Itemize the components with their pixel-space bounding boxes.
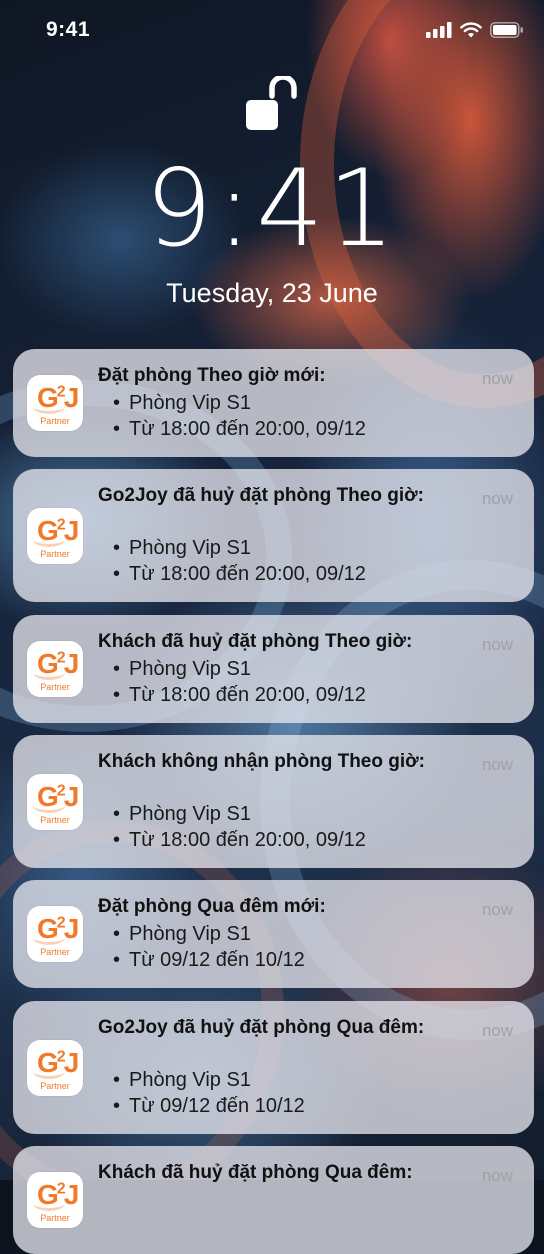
notification-time: now	[481, 635, 513, 654]
detail-text: Từ 18:00 đến 20:00, 09/12	[129, 829, 366, 851]
notification-detail-line: • Từ 18:00 đến 20:00, 09/12	[113, 561, 366, 587]
detail-text: Phòng Vip S1	[129, 392, 251, 414]
status-icons	[426, 22, 524, 38]
detail-text: Từ 18:00 đến 20:00, 09/12	[129, 418, 366, 440]
bullet: •	[113, 803, 121, 825]
app-icon: G2J Partner	[27, 774, 83, 830]
notification-card[interactable]: G2J Partner Go2Joy đã huỷ đặt phòng Theo g…	[13, 469, 534, 602]
notification-detail-line: • Từ 09/12 đến 10/12	[113, 947, 305, 973]
notification-title: Đặt phòng Qua đêm mới:	[98, 896, 326, 917]
notification-title: Khách không nhận phòng Theo giờ:	[98, 751, 425, 772]
app-name-label: Partner	[40, 549, 70, 559]
notification-card[interactable]: G2J Partner Đặt phòng Theo giờ mới: now • Phò…	[13, 349, 534, 457]
notification-time: now	[481, 1021, 513, 1040]
detail-text: Từ 09/12 đến 10/12	[129, 949, 305, 971]
bullet: •	[113, 563, 121, 585]
detail-text: Phòng Vip S1	[129, 1069, 251, 1091]
bullet: •	[113, 392, 121, 414]
notification-time: now	[481, 900, 513, 919]
bullet: •	[113, 418, 121, 440]
detail-text: Từ 09/12 đến 10/12	[129, 1095, 305, 1117]
app-name-label: Partner	[40, 1213, 70, 1223]
notification-detail-line: • Phòng Vip S1	[113, 1067, 251, 1093]
app-icon: G2J Partner	[27, 641, 83, 697]
detail-text: Phòng Vip S1	[129, 923, 251, 945]
notification-detail-line: • Từ 09/12 đến 10/12	[113, 1093, 305, 1119]
notification-time: now	[481, 1166, 513, 1185]
notification-card[interactable]: G2J Partner Khách đã huỷ đặt phòng Qua đêm…	[13, 1146, 534, 1254]
bullet: •	[113, 684, 121, 706]
signal-icon	[426, 22, 452, 38]
notification-time: now	[481, 489, 513, 508]
notification-time: now	[481, 755, 513, 774]
detail-text: Phòng Vip S1	[129, 803, 251, 825]
notification-detail-line: • Từ 18:00 đến 20:00, 09/12	[113, 682, 366, 708]
status-time: 9:41	[46, 18, 91, 41]
app-name-label: Partner	[40, 416, 70, 426]
notification-card[interactable]: G2J Partner Khách đã huỷ đặt phòng Theo gi…	[13, 615, 534, 723]
battery-icon	[490, 22, 523, 38]
notification-detail-line: • Phòng Vip S1	[113, 921, 251, 947]
notification-title: Khách đã huỷ đặt phòng Theo giờ:	[98, 631, 413, 652]
notification-time: now	[481, 369, 513, 388]
wifi-icon	[460, 22, 482, 38]
lock-area	[0, 74, 544, 141]
notification-detail-line: • Phòng Vip S1	[113, 801, 251, 827]
bullet: •	[113, 1095, 121, 1117]
status-bar: 9:41	[0, 0, 544, 62]
notification-detail-line: • Phòng Vip S1	[113, 656, 251, 682]
app-icon: G2J Partner	[27, 1040, 83, 1096]
notification-detail-line: • Phòng Vip S1	[113, 390, 251, 416]
notification-card[interactable]: G2J Partner Khách không nhận phòng Theo gi…	[13, 735, 534, 868]
lock-date: Tuesday, 23 June	[166, 278, 378, 308]
app-icon: G2J Partner	[27, 906, 83, 962]
bullet: •	[113, 949, 121, 971]
notification-detail-line: • Phòng Vip S1	[113, 535, 251, 561]
notification-title: Go2Joy đã huỷ đặt phòng Qua đêm:	[98, 1017, 425, 1038]
detail-text: Phòng Vip S1	[129, 537, 251, 559]
detail-text: Từ 18:00 đến 20:00, 09/12	[129, 684, 366, 706]
app-name-label: Partner	[40, 1081, 70, 1091]
app-icon: G2J Partner	[27, 1172, 83, 1228]
app-name-label: Partner	[40, 682, 70, 692]
notification-title: Go2Joy đã huỷ đặt phòng Theo giờ:	[98, 485, 424, 506]
notification-detail-line: • Từ 18:00 đến 20:00, 09/12	[113, 416, 366, 442]
notification-title: Khách đã huỷ đặt phòng Qua đêm:	[98, 1162, 413, 1183]
bullet: •	[113, 537, 121, 559]
app-name-label: Partner	[40, 947, 70, 957]
app-icon: G2J Partner	[27, 375, 83, 431]
app-name-label: Partner	[40, 815, 70, 825]
unlock-icon	[246, 74, 297, 130]
app-icon: G2J Partner	[27, 508, 83, 564]
detail-text: Từ 18:00 đến 20:00, 09/12	[129, 563, 366, 585]
bullet: •	[113, 829, 121, 851]
bullet: •	[113, 923, 121, 945]
bullet: •	[113, 1069, 121, 1091]
lock-time: 9:41	[144, 147, 400, 270]
notification-card[interactable]: G2J Partner Đặt phòng Qua đêm mới: now • Phòn…	[13, 880, 534, 988]
bullet: •	[113, 658, 121, 680]
notification-detail-line: • Từ 18:00 đến 20:00, 09/12	[113, 827, 366, 853]
notification-card[interactable]: G2J Partner Go2Joy đã huỷ đặt phòng Qua đê…	[13, 1001, 534, 1134]
notification-title: Đặt phòng Theo giờ mới:	[98, 365, 326, 386]
detail-text: Phòng Vip S1	[129, 658, 251, 680]
